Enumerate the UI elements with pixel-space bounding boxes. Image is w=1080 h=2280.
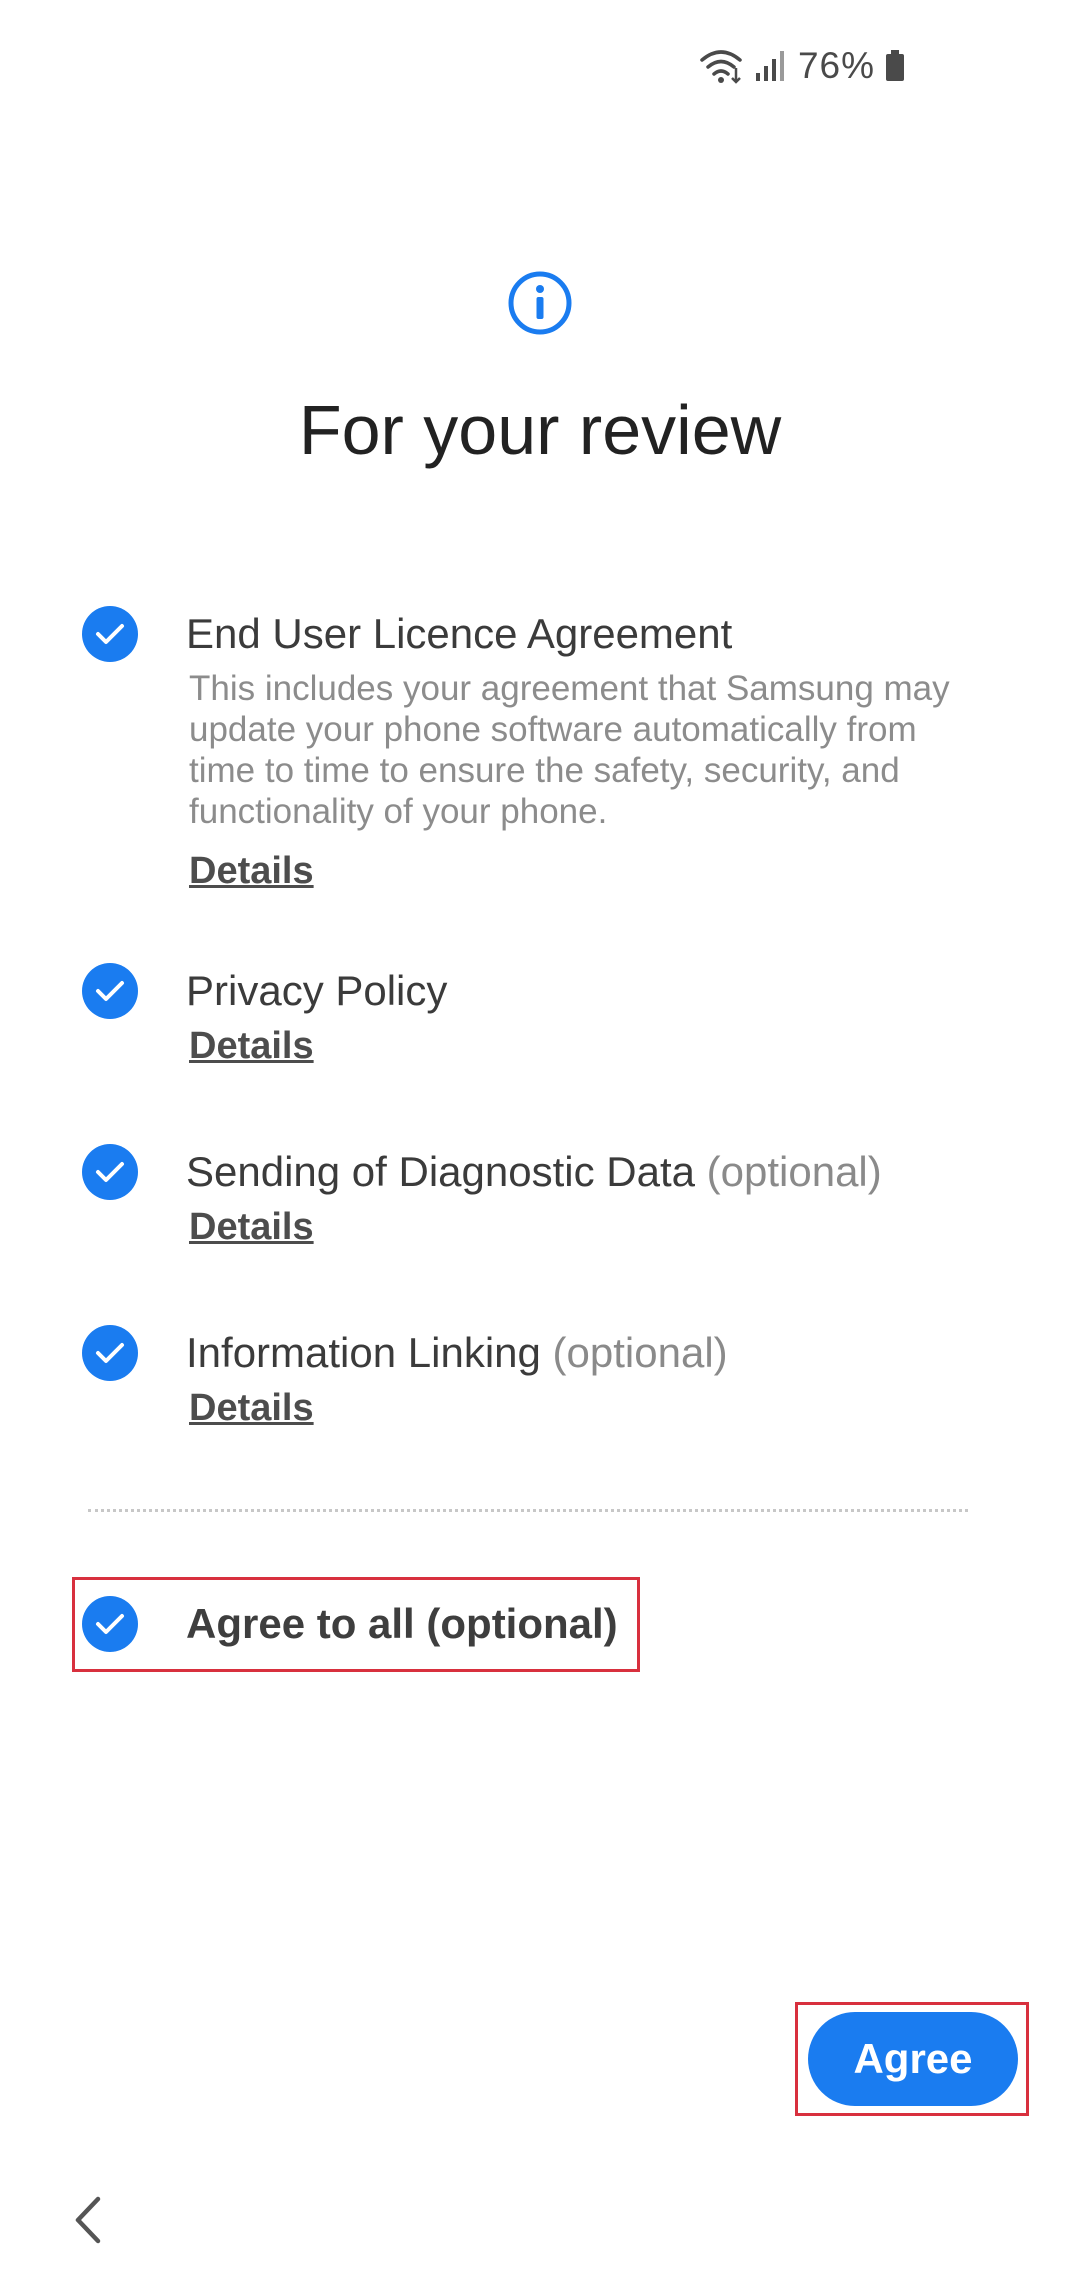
signal-icon	[754, 49, 788, 83]
item-information-linking: Information Linking (optional) Details	[82, 1325, 982, 1455]
page-title: For your review	[298, 391, 782, 469]
item-privacy-policy: Privacy Policy Details	[82, 963, 982, 1093]
check-icon	[96, 981, 124, 1001]
info-icon	[507, 270, 573, 336]
details-link-privacy-policy[interactable]: Details	[189, 1025, 314, 1068]
item-title: End User Licence Agreement	[186, 610, 733, 657]
item-eula: End User Licence Agreement This includes…	[82, 606, 982, 896]
diagnostic-data-checkbox[interactable]	[82, 1144, 138, 1200]
check-icon	[96, 1162, 124, 1182]
details-link-diagnostic-data[interactable]: Details	[189, 1206, 314, 1249]
chevron-left-icon	[75, 2196, 101, 2244]
battery-percent: 76%	[797, 45, 875, 86]
optional-label: (optional)	[552, 1329, 728, 1376]
item-diagnostic-data: Sending of Diagnostic Data (optional) De…	[82, 1144, 982, 1274]
check-icon	[96, 1614, 124, 1634]
back-button[interactable]	[62, 2190, 112, 2250]
divider	[88, 1509, 968, 1512]
agree-all-label: Agree to all (optional)	[186, 1600, 618, 1647]
eula-checkbox[interactable]	[82, 606, 138, 662]
item-title: Sending of Diagnostic Data (optional)	[186, 1148, 882, 1195]
agree-all-checkbox[interactable]	[82, 1596, 138, 1652]
status-bar: 76%	[698, 40, 905, 92]
optional-label: (optional)	[706, 1148, 882, 1195]
details-link-information-linking[interactable]: Details	[189, 1387, 314, 1430]
battery-icon	[885, 50, 905, 82]
check-icon	[96, 624, 124, 644]
check-icon	[96, 1343, 124, 1363]
item-description: This includes your agreement that Samsun…	[189, 669, 950, 831]
item-title: Information Linking (optional)	[186, 1329, 728, 1376]
item-title: Privacy Policy	[186, 967, 448, 1014]
agree-all-row[interactable]: Agree to all (optional)	[82, 1596, 982, 1656]
details-link-eula[interactable]: Details	[189, 850, 314, 893]
privacy-policy-checkbox[interactable]	[82, 963, 138, 1019]
agree-button[interactable]: Agree	[808, 2012, 1018, 2106]
wifi-icon	[698, 48, 744, 84]
information-linking-checkbox[interactable]	[82, 1325, 138, 1381]
